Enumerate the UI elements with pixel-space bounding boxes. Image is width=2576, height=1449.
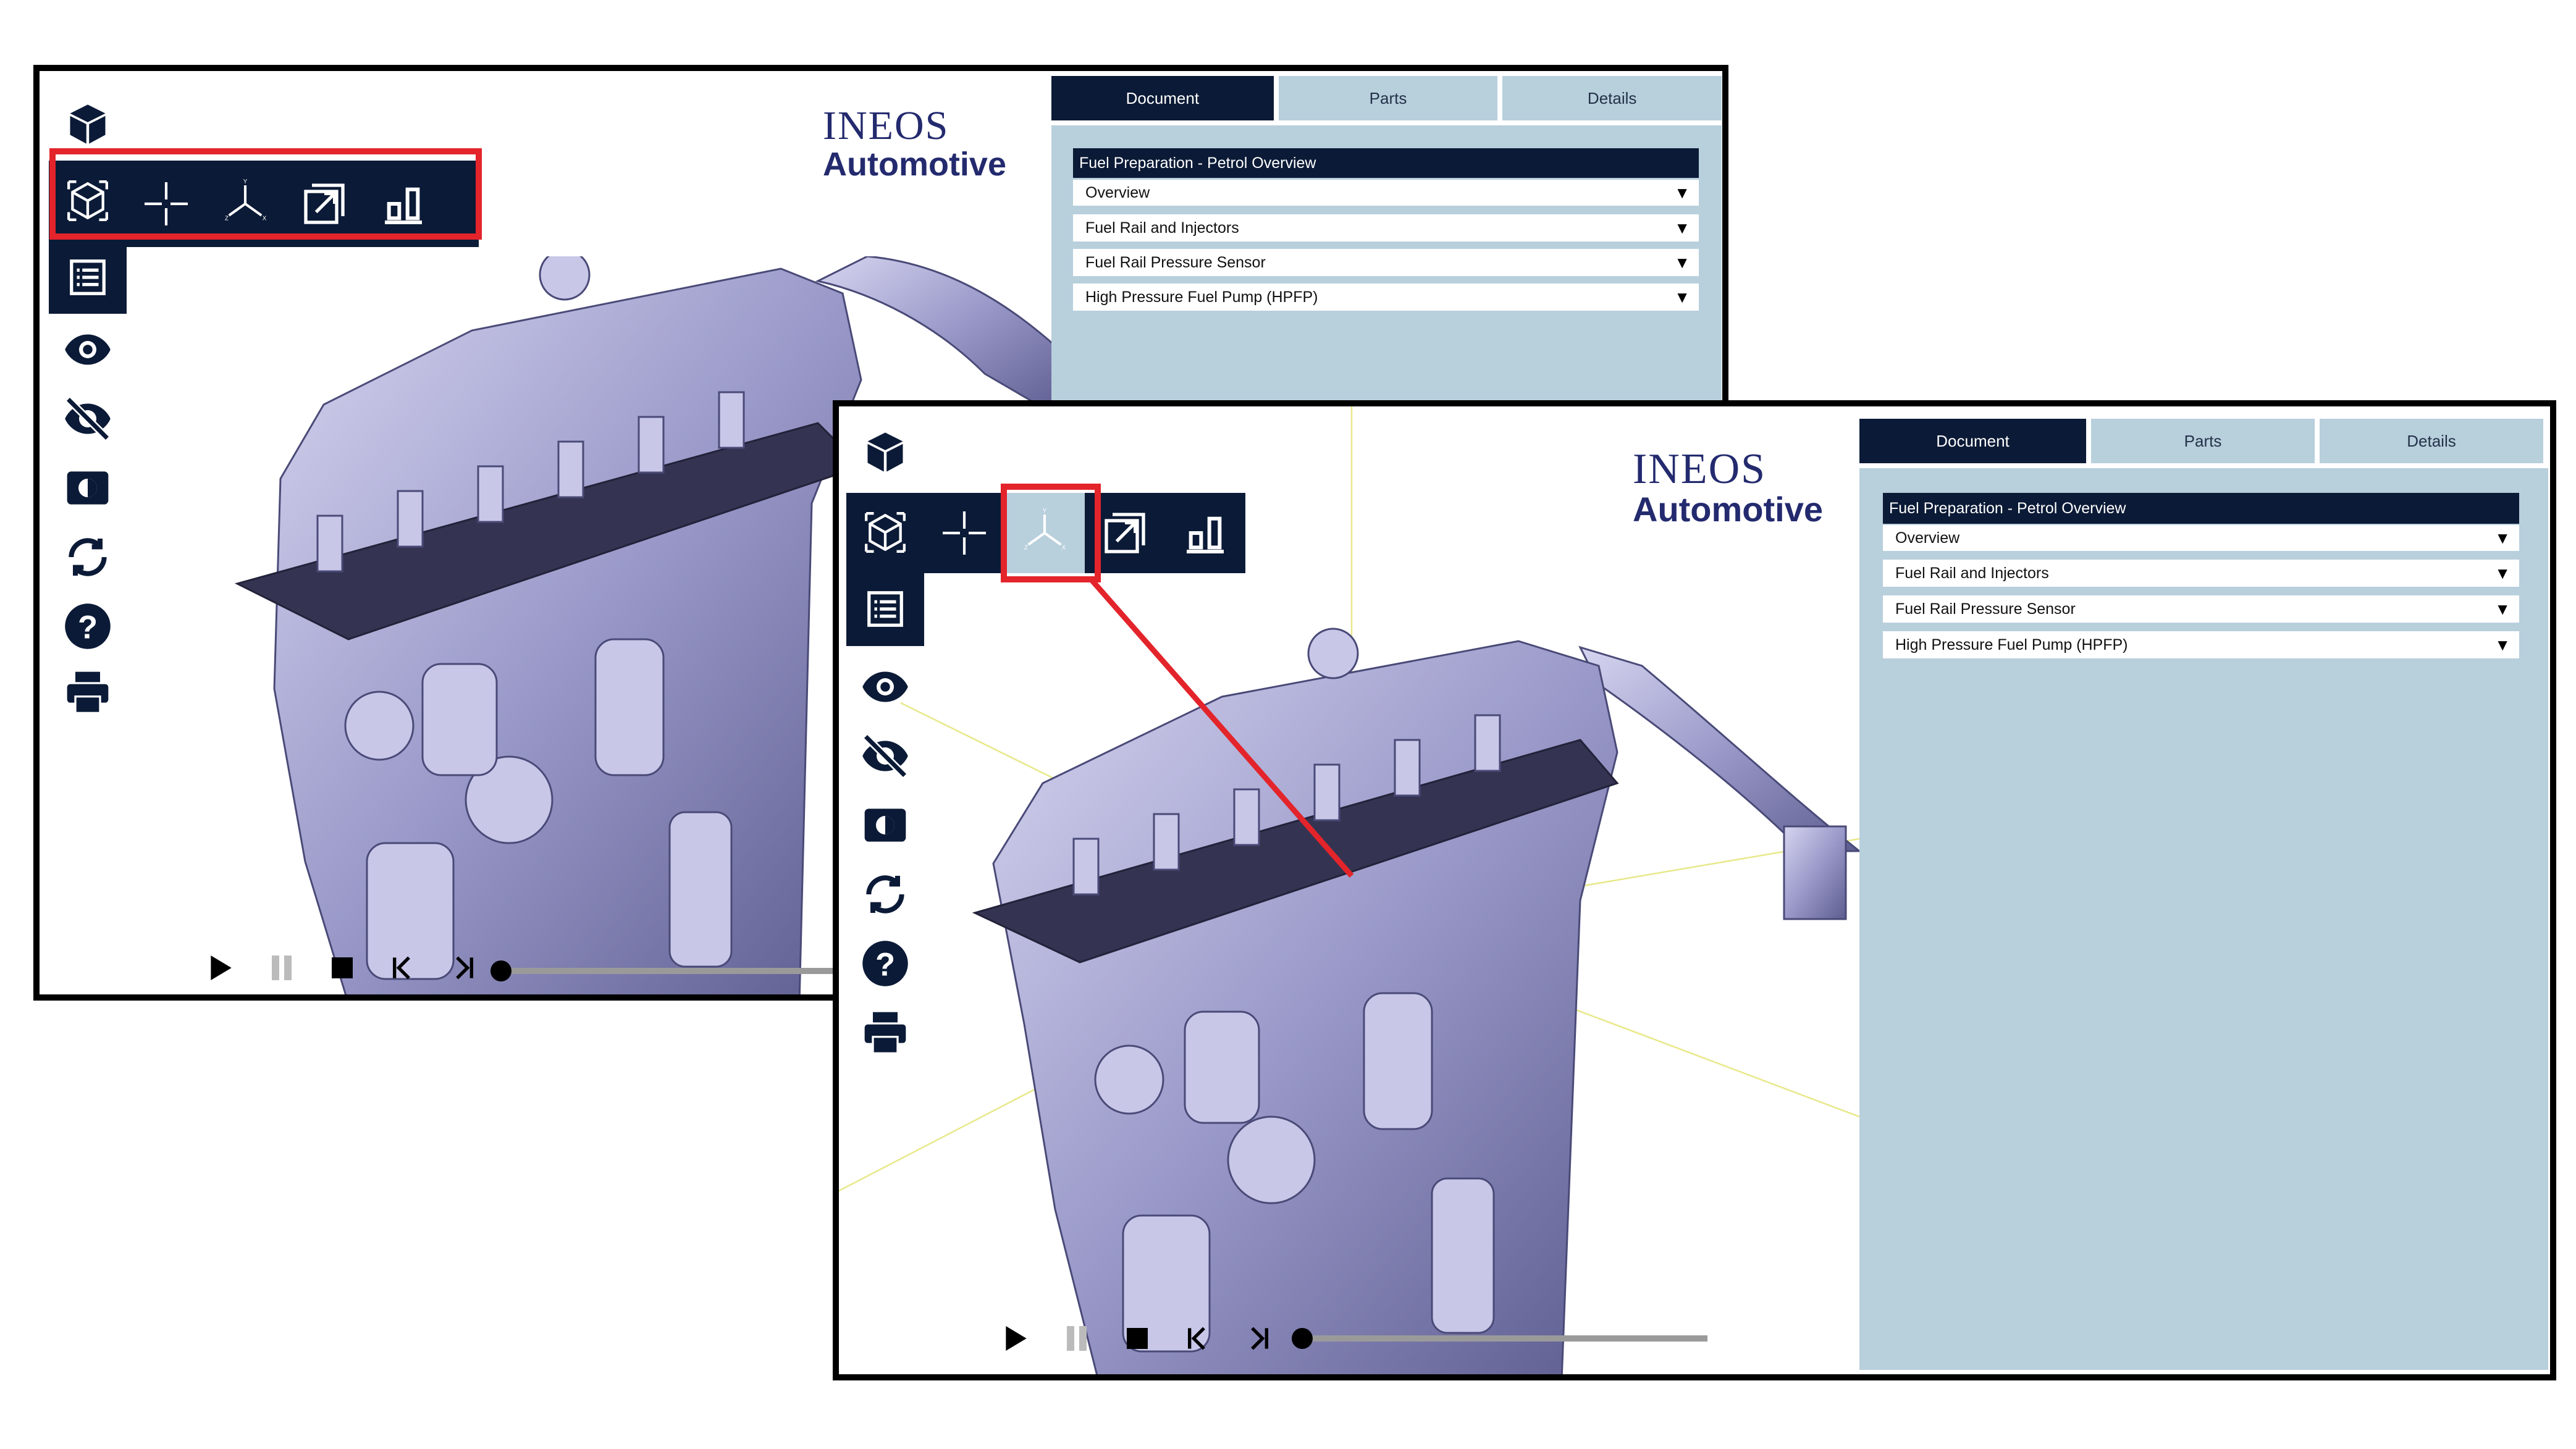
expand-triangle-icon: ▼ bbox=[1674, 253, 1690, 272]
sync-icon[interactable] bbox=[49, 523, 127, 592]
accordion-label: Fuel Rail and Injectors bbox=[1085, 219, 1239, 237]
accordion-item-hpfp[interactable]: High Pressure Fuel Pump (HPFP) ▼ bbox=[1073, 284, 1699, 311]
screenshot-after: INEOS Automotive ? Y Z X Document Parts … bbox=[833, 400, 2556, 1380]
panel-tabs: Document Parts Details bbox=[1859, 419, 2548, 463]
accordion-label: Fuel Rail Pressure Sensor bbox=[1895, 600, 2076, 618]
help-icon[interactable]: ? bbox=[49, 592, 127, 661]
skip-start-icon[interactable] bbox=[1168, 1320, 1228, 1357]
animation-player bbox=[986, 1320, 1289, 1357]
accordion-label: Fuel Rail Pressure Sensor bbox=[1085, 253, 1266, 271]
accordion-item-pressure-sensor[interactable]: Fuel Rail Pressure Sensor ▼ bbox=[1883, 595, 2519, 623]
tab-document[interactable]: Document bbox=[1859, 419, 2086, 463]
tab-details[interactable]: Details bbox=[2320, 419, 2543, 463]
pause-icon[interactable] bbox=[1046, 1320, 1107, 1357]
accordion-item-hpfp[interactable]: High Pressure Fuel Pump (HPFP) ▼ bbox=[1883, 631, 2519, 658]
panel-tabs: Document Parts Details bbox=[1051, 76, 1722, 120]
play-icon[interactable] bbox=[191, 949, 251, 986]
play-icon[interactable] bbox=[986, 1320, 1046, 1357]
expand-triangle-icon: ▼ bbox=[2494, 599, 2511, 618]
document-title: Fuel Preparation - Petrol Overview bbox=[1883, 493, 2519, 524]
print-icon[interactable] bbox=[49, 658, 127, 727]
expand-triangle-icon: ▼ bbox=[2494, 635, 2511, 654]
expand-triangle-icon: ▼ bbox=[2494, 528, 2511, 547]
timeline-knob[interactable] bbox=[1292, 1328, 1313, 1349]
accordion-label: High Pressure Fuel Pump (HPFP) bbox=[1085, 288, 1318, 306]
svg-text:?: ? bbox=[78, 609, 98, 645]
eye-icon[interactable] bbox=[49, 315, 127, 384]
stop-icon[interactable] bbox=[312, 949, 373, 986]
tab-parts[interactable]: Parts bbox=[2091, 419, 2315, 463]
expand-triangle-icon: ▼ bbox=[1674, 287, 1690, 306]
pointer-line bbox=[1090, 579, 1354, 878]
tab-parts[interactable]: Parts bbox=[1278, 76, 1498, 120]
accordion-item-pressure-sensor[interactable]: Fuel Rail Pressure Sensor ▼ bbox=[1073, 249, 1699, 276]
accordion-item-fuel-rail[interactable]: Fuel Rail and Injectors ▼ bbox=[1883, 560, 2519, 587]
tab-details[interactable]: Details bbox=[1502, 76, 1722, 120]
expand-triangle-icon: ▼ bbox=[1674, 183, 1690, 202]
accordion-label: Overview bbox=[1895, 529, 1960, 547]
accordion-label: Overview bbox=[1085, 183, 1150, 201]
timeline-knob[interactable] bbox=[490, 960, 511, 981]
timeline-track[interactable] bbox=[1301, 1335, 1707, 1342]
accordion-item-fuel-rail[interactable]: Fuel Rail and Injectors ▼ bbox=[1073, 214, 1699, 242]
expand-triangle-icon: ▼ bbox=[1674, 218, 1690, 237]
pause-icon[interactable] bbox=[251, 949, 312, 986]
list-icon[interactable] bbox=[49, 241, 127, 314]
brand-logo-line2: Automotive bbox=[823, 146, 1006, 183]
accordion-label: Fuel Rail and Injectors bbox=[1895, 564, 2049, 582]
expand-triangle-icon: ▼ bbox=[2494, 563, 2511, 582]
skip-end-icon[interactable] bbox=[433, 949, 494, 986]
eye-off-icon[interactable] bbox=[49, 384, 127, 453]
accordion-item-overview[interactable]: Overview ▼ bbox=[1073, 180, 1699, 206]
timeline-track[interactable] bbox=[497, 968, 867, 974]
document-title: Fuel Preparation - Petrol Overview bbox=[1073, 148, 1699, 178]
stop-icon[interactable] bbox=[1107, 1320, 1168, 1357]
contrast-icon[interactable] bbox=[49, 453, 127, 523]
brand-logo-line1: INEOS bbox=[823, 103, 949, 148]
accordion-item-overview[interactable]: Overview ▼ bbox=[1883, 525, 2519, 551]
accordion-label: High Pressure Fuel Pump (HPFP) bbox=[1895, 636, 2128, 653]
skip-end-icon[interactable] bbox=[1228, 1320, 1289, 1357]
animation-player bbox=[191, 949, 494, 986]
highlight-box bbox=[49, 148, 482, 240]
brand-logo: INEOS Automotive bbox=[823, 103, 1006, 183]
skip-start-icon[interactable] bbox=[373, 949, 433, 986]
tab-document[interactable]: Document bbox=[1051, 76, 1274, 120]
